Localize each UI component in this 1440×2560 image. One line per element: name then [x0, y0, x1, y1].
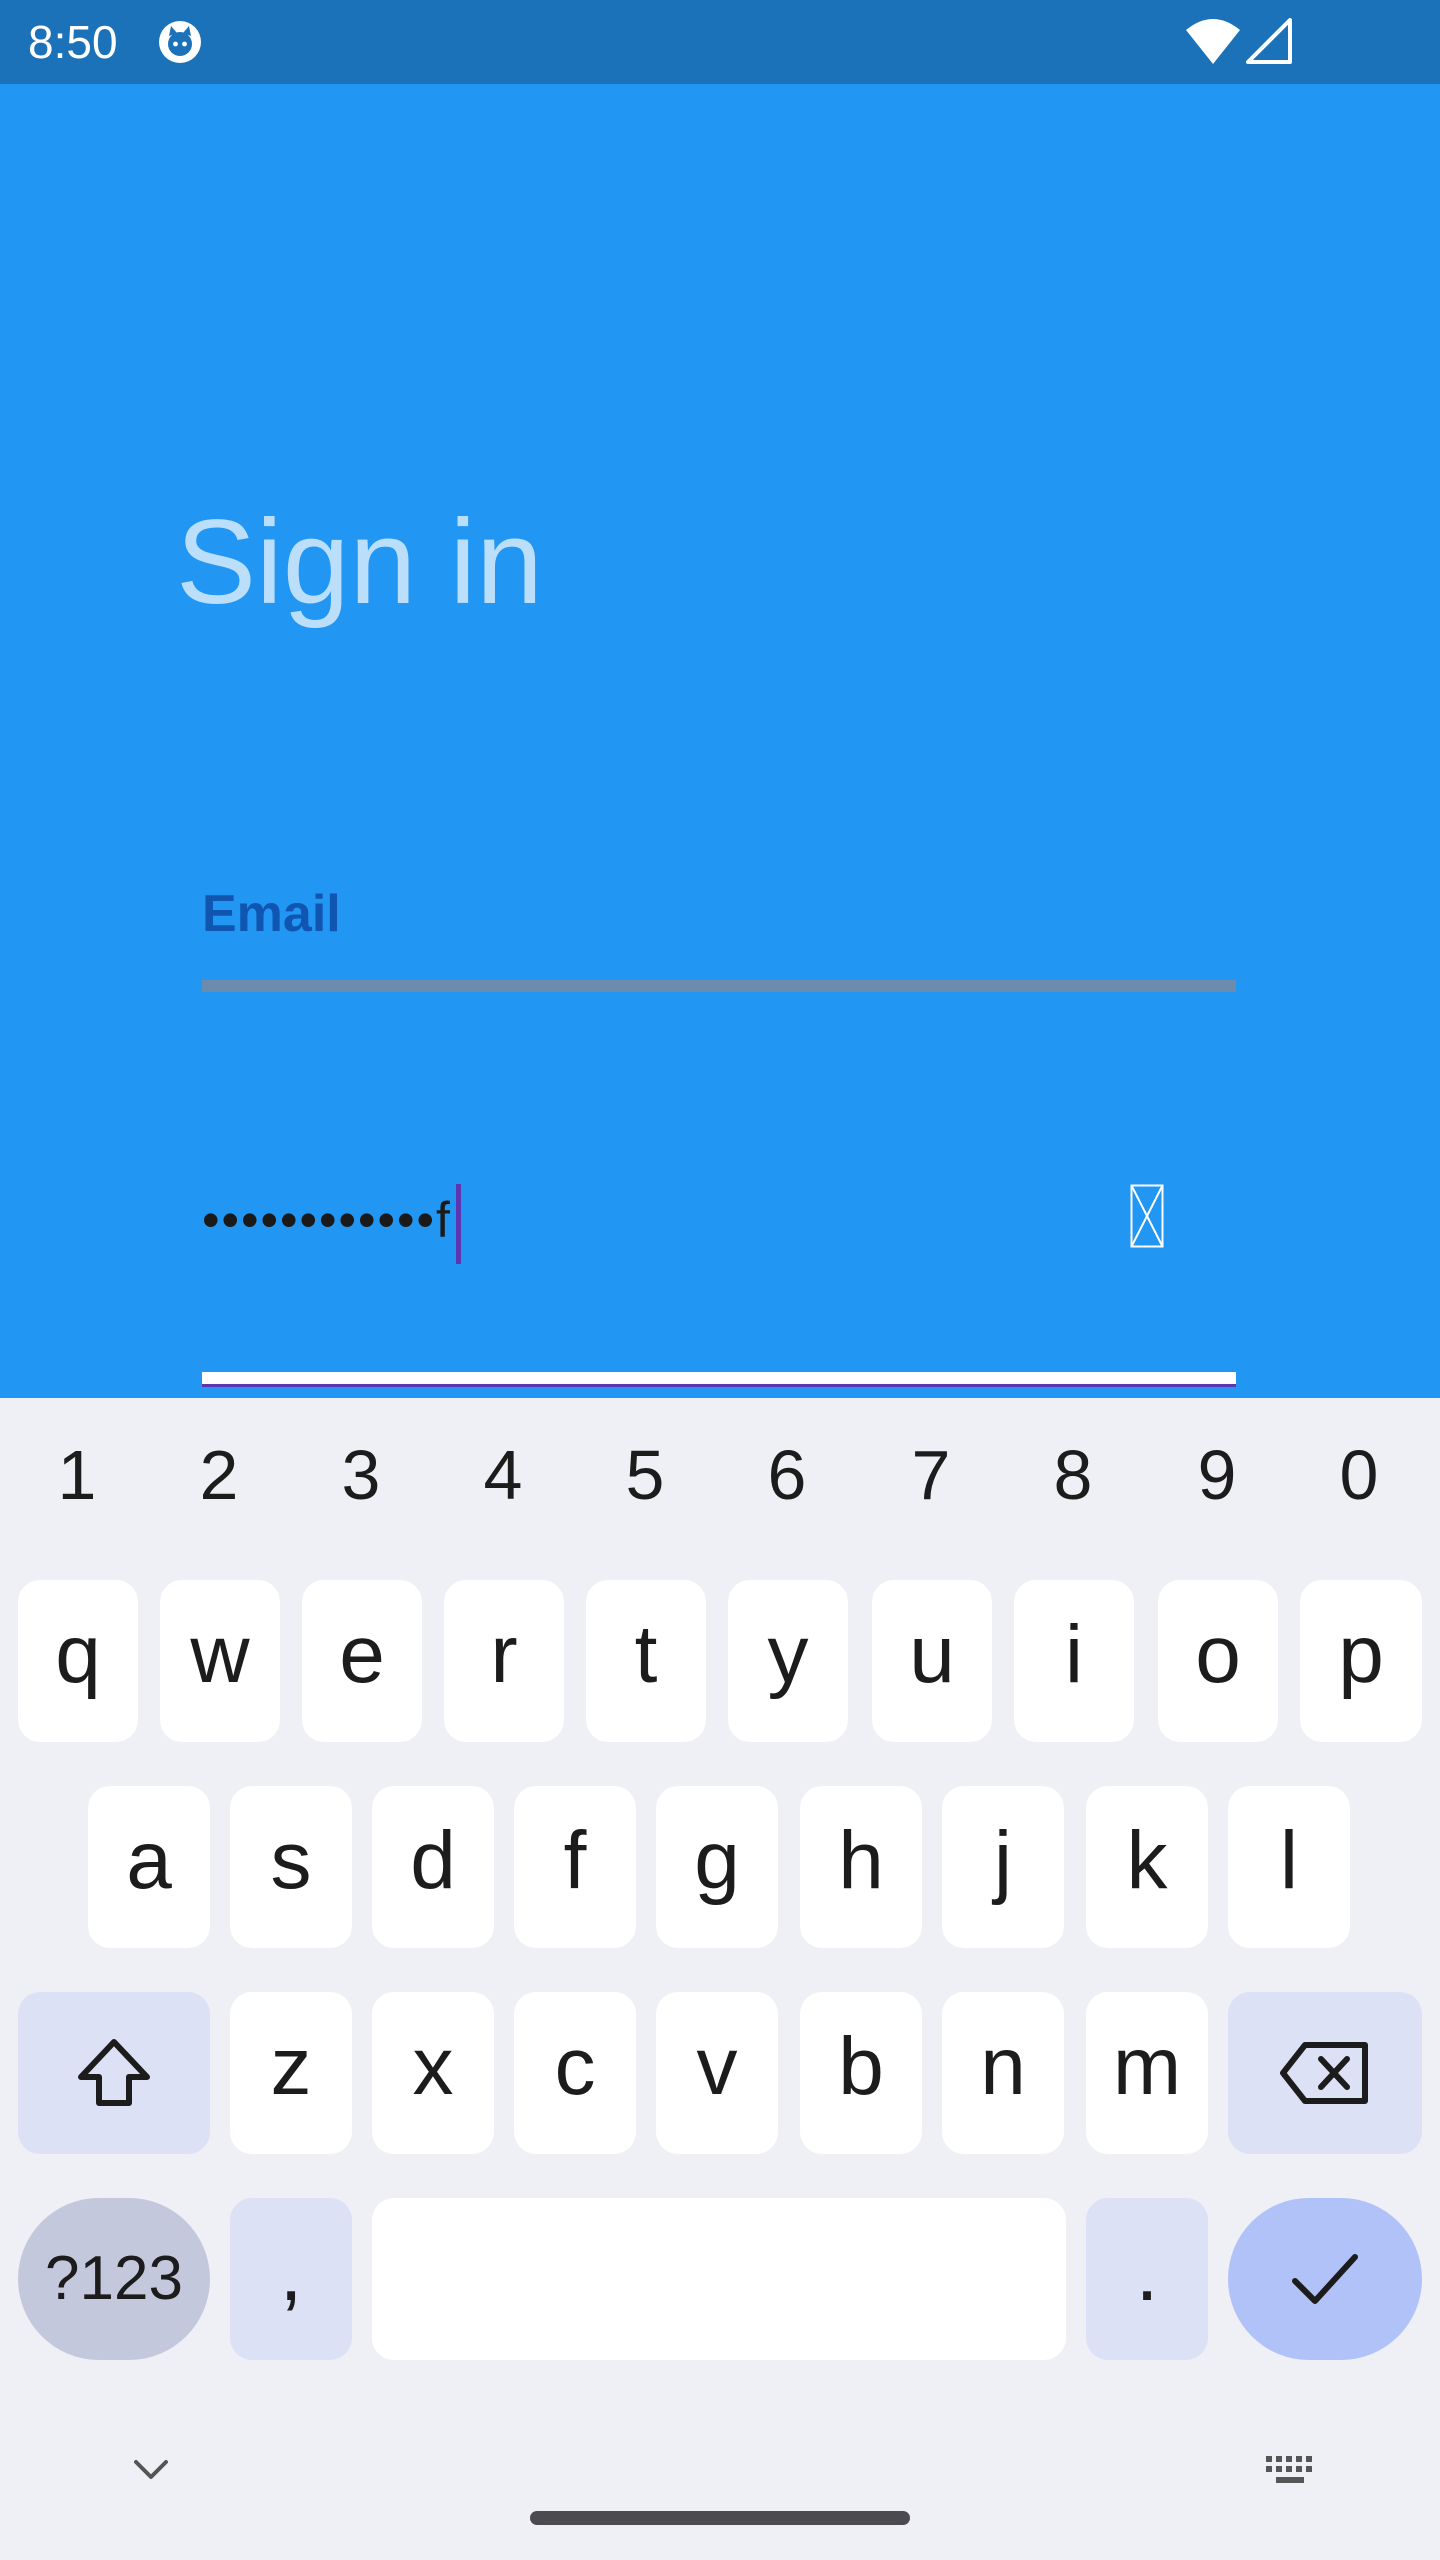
key-h[interactable]: h — [800, 1786, 922, 1948]
key-w[interactable]: w — [160, 1580, 280, 1742]
key-q[interactable]: q — [18, 1580, 138, 1742]
shift-key[interactable] — [18, 1992, 210, 2154]
cell-signal-icon — [1246, 18, 1292, 64]
sign-in-screen: Sign in Email ••••••••••••f — [0, 84, 1440, 1398]
backspace-icon — [1280, 2042, 1368, 2104]
key-p[interactable]: p — [1300, 1580, 1422, 1742]
number-row: 1 2 3 4 5 6 7 8 9 0 — [0, 1430, 1440, 1520]
space-key[interactable] — [372, 2198, 1066, 2360]
key-0[interactable]: 0 — [1288, 1430, 1430, 1520]
period-key[interactable]: . — [1086, 2198, 1208, 2360]
key-k[interactable]: k — [1086, 1786, 1208, 1948]
key-4[interactable]: 4 — [432, 1430, 574, 1520]
key-r[interactable]: r — [444, 1580, 564, 1742]
status-bar: 8:50 — [0, 0, 1440, 84]
password-field-underline — [202, 1372, 1236, 1384]
key-1[interactable]: 1 — [6, 1430, 148, 1520]
key-9[interactable]: 9 — [1146, 1430, 1288, 1520]
key-m[interactable]: m — [1086, 1992, 1208, 2154]
key-g[interactable]: g — [656, 1786, 778, 1948]
keyboard-switcher-icon[interactable] — [1262, 2450, 1318, 2490]
key-f[interactable]: f — [514, 1786, 636, 1948]
key-j[interactable]: j — [942, 1786, 1064, 1948]
wifi-icon — [1186, 19, 1240, 64]
checkmark-icon — [1292, 2254, 1358, 2304]
key-t[interactable]: t — [586, 1580, 706, 1742]
key-y[interactable]: y — [728, 1580, 848, 1742]
enter-key[interactable] — [1228, 2198, 1422, 2360]
comma-key[interactable]: , — [230, 2198, 352, 2360]
key-6[interactable]: 6 — [716, 1430, 858, 1520]
status-time: 8:50 — [28, 16, 118, 68]
key-s[interactable]: s — [230, 1786, 352, 1948]
key-a[interactable]: a — [88, 1786, 210, 1948]
symbols-key[interactable]: ?123 — [18, 2198, 210, 2360]
text-cursor — [455, 1183, 461, 1264]
page-title: Sign in — [176, 495, 543, 629]
key-o[interactable]: o — [1158, 1580, 1278, 1742]
key-i[interactable]: i — [1014, 1580, 1134, 1742]
key-e[interactable]: e — [302, 1580, 422, 1742]
home-gesture-handle[interactable] — [530, 2511, 910, 2525]
key-8[interactable]: 8 — [1002, 1430, 1144, 1520]
key-u[interactable]: u — [872, 1580, 992, 1742]
password-visibility-toggle-icon[interactable] — [1130, 1184, 1164, 1248]
password-field[interactable]: ••••••••••••f — [202, 1182, 461, 1264]
key-3[interactable]: 3 — [290, 1430, 432, 1520]
email-field-underline — [202, 980, 1236, 992]
key-7[interactable]: 7 — [860, 1430, 1002, 1520]
key-b[interactable]: b — [800, 1992, 922, 2154]
key-l[interactable]: l — [1228, 1786, 1350, 1948]
key-d[interactable]: d — [372, 1786, 494, 1948]
soft-keyboard: 1 2 3 4 5 6 7 8 9 0 q w e r t y u i o p … — [0, 1398, 1440, 2560]
key-z[interactable]: z — [230, 1992, 352, 2154]
key-n[interactable]: n — [942, 1992, 1064, 2154]
key-c[interactable]: c — [514, 1992, 636, 2154]
email-field[interactable]: Email — [202, 882, 341, 946]
shift-icon — [78, 2039, 150, 2106]
key-v[interactable]: v — [656, 1992, 778, 2154]
key-5[interactable]: 5 — [574, 1430, 716, 1520]
notification-app-icon — [159, 21, 201, 63]
hide-keyboard-icon[interactable] — [126, 2450, 176, 2490]
password-masked-value: ••••••••••••f — [202, 1192, 452, 1248]
backspace-key[interactable] — [1228, 1992, 1422, 2154]
key-2[interactable]: 2 — [148, 1430, 290, 1520]
key-x[interactable]: x — [372, 1992, 494, 2154]
